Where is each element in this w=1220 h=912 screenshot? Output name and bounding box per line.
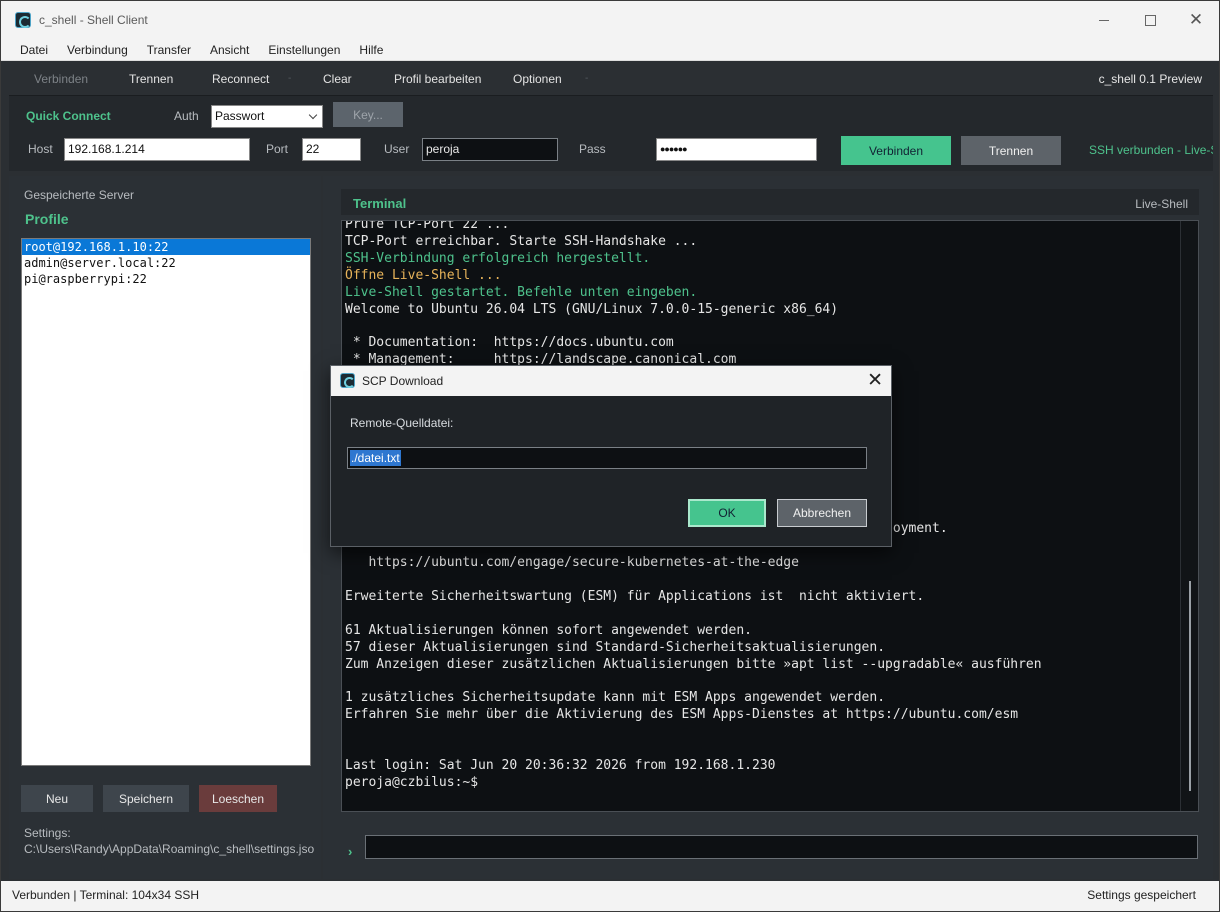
settings-path: C:\Users\Randy\AppData\Roaming\c_shell\s… [24, 842, 314, 856]
terminal-line: 1 zusätzliches Sicherheitsupdate kann mi… [345, 690, 886, 706]
dialog-title: SCP Download [362, 374, 444, 388]
port-input[interactable]: 22 [302, 138, 361, 161]
terminal-line: Öffne Live-Shell ... [345, 267, 502, 283]
profiles-heading: Profile [25, 211, 69, 227]
terminal-line: Welcome to Ubuntu 26.04 LTS (GNU/Linux 7… [345, 301, 839, 317]
terminal-title: Terminal [353, 196, 407, 211]
prompt-chevron-icon: › [348, 844, 353, 859]
profile-item[interactable]: admin@server.local:22 [22, 255, 310, 271]
saved-servers-caption: Gespeicherte Server [24, 188, 135, 202]
terminal-line: https://ubuntu.com/engage/secure-kuberne… [345, 555, 799, 571]
command-input[interactable] [365, 835, 1198, 859]
maximize-icon[interactable] [1127, 1, 1173, 39]
auth-label: Auth [174, 109, 199, 123]
ok-button[interactable]: OK [688, 499, 766, 527]
toolbar-connect-button[interactable]: Verbinden [34, 72, 88, 86]
app-version: c_shell 0.1 Preview [1098, 72, 1202, 86]
toolbar-edit-profile-button[interactable]: Profil bearbeiten [394, 72, 481, 86]
pass-label: Pass [579, 142, 606, 156]
remote-source-input[interactable]: ./datei.txt [347, 447, 867, 469]
terminal-line: Live-Shell gestartet. Befehle unten eing… [345, 284, 698, 300]
terminal-line: 61 Aktualisierungen können sofort angewe… [345, 622, 752, 638]
remote-source-value: ./datei.txt [350, 450, 401, 466]
port-label: Port [266, 142, 289, 156]
host-input[interactable]: 192.168.1.214 [64, 138, 250, 161]
toolbar-clear-button[interactable]: Clear [323, 72, 352, 86]
profile-list[interactable]: root@192.168.1.10:22 admin@server.local:… [21, 238, 311, 766]
toolbar-reconnect-button[interactable]: Reconnect [212, 72, 269, 86]
user-input[interactable]: peroja [422, 138, 558, 161]
close-icon[interactable]: ✕ [1173, 1, 1219, 39]
terminal-line: SSH-Verbindung erfolgreich hergestellt. [345, 250, 651, 266]
terminal-line: Erfahren Sie mehr über die Aktivierung d… [345, 707, 1019, 723]
menu-datei[interactable]: Datei [20, 43, 48, 57]
quick-connect-panel: Quick Connect Auth Passwort Key... Host … [9, 95, 1213, 171]
terminal-line: Prüfe TCP-Port 22 ... [345, 220, 510, 232]
status-settings: Settings gespeichert [1087, 888, 1196, 902]
menu-ansicht[interactable]: Ansicht [210, 43, 249, 57]
menu-transfer[interactable]: Transfer [147, 43, 191, 57]
menu-bar: Datei Verbindung Transfer Ansicht Einste… [1, 39, 1219, 61]
password-input[interactable]: ●●●●●● [656, 138, 817, 161]
minimize-icon[interactable] [1081, 1, 1127, 39]
terminal-line: 57 dieser Aktualisierungen sind Standard… [345, 639, 886, 655]
status-connection: Verbunden | Terminal: 104x34 SSH [12, 888, 200, 902]
terminal-mode: Live-Shell [1135, 197, 1188, 211]
quick-connect-title: Quick Connect [26, 109, 111, 123]
terminal-scrollbar[interactable] [1180, 221, 1198, 811]
title-bar: c_shell - Shell Client ✕ [1, 1, 1219, 39]
key-button[interactable]: Key... [333, 102, 403, 127]
new-profile-button[interactable]: Neu [21, 785, 93, 812]
window-title: c_shell - Shell Client [39, 13, 148, 27]
settings-label: Settings: [24, 826, 71, 840]
delete-profile-button[interactable]: Loeschen [199, 785, 277, 812]
host-label: Host [28, 142, 53, 156]
cancel-button[interactable]: Abbrechen [777, 499, 867, 527]
terminal-line: Last login: Sat Jun 20 20:36:32 2026 fro… [345, 758, 776, 773]
dialog-title-bar: SCP Download ✕ [331, 366, 891, 396]
terminal-line: Erweiterte Sicherheitswartung (ESM) für … [345, 588, 925, 604]
connection-status: SSH verbunden - Live-Shell [1089, 143, 1213, 157]
app-logo-icon [15, 12, 31, 28]
terminal-line: * Documentation: https://docs.ubuntu.com [345, 335, 674, 351]
menu-einstellungen[interactable]: Einstellungen [268, 43, 340, 57]
terminal-line: peroja@czbilus:~$ [345, 774, 479, 790]
auth-select[interactable]: Passwort [211, 105, 323, 128]
terminal-header: Terminal Live-Shell [341, 189, 1199, 215]
quick-disconnect-button[interactable]: Trennen [961, 136, 1061, 165]
auth-select-value: Passwort [215, 109, 265, 123]
toolbar-options-button[interactable]: Optionen [513, 72, 562, 86]
toolbar-separator: - [288, 73, 292, 84]
remote-source-label: Remote-Quelldatei: [350, 416, 454, 430]
profile-item[interactable]: pi@raspberrypi:22 [22, 271, 310, 287]
toolbar: Verbinden Trennen Reconnect - Clear Prof… [9, 63, 1213, 94]
menu-verbindung[interactable]: Verbindung [67, 43, 128, 57]
status-bar: Verbunden | Terminal: 104x34 SSH Setting… [1, 881, 1219, 911]
terminal-scrollbar-thumb[interactable] [1189, 581, 1191, 791]
toolbar-disconnect-button[interactable]: Trennen [129, 72, 173, 86]
app-window: c_shell - Shell Client ✕ Datei Verbindun… [0, 0, 1220, 912]
terminal-line: Zum Anzeigen dieser zusätzlichen Aktuali… [345, 656, 1042, 672]
close-icon[interactable]: ✕ [867, 369, 883, 392]
scp-download-dialog: SCP Download ✕ Remote-Quelldatei: ./date… [330, 365, 892, 547]
quick-connect-button[interactable]: Verbinden [841, 136, 951, 165]
user-label: User [384, 142, 410, 156]
toolbar-separator: - [585, 73, 589, 84]
menu-hilfe[interactable]: Hilfe [359, 43, 383, 57]
window-controls: ✕ [1081, 1, 1219, 39]
save-profile-button[interactable]: Speichern [103, 785, 189, 812]
app-logo-icon [340, 373, 355, 388]
profiles-panel: Gespeicherte Server Profile root@192.168… [9, 176, 321, 879]
profile-item[interactable]: root@192.168.1.10:22 [22, 239, 310, 255]
terminal-line: TCP-Port erreichbar. Starte SSH-Handshak… [345, 233, 698, 249]
